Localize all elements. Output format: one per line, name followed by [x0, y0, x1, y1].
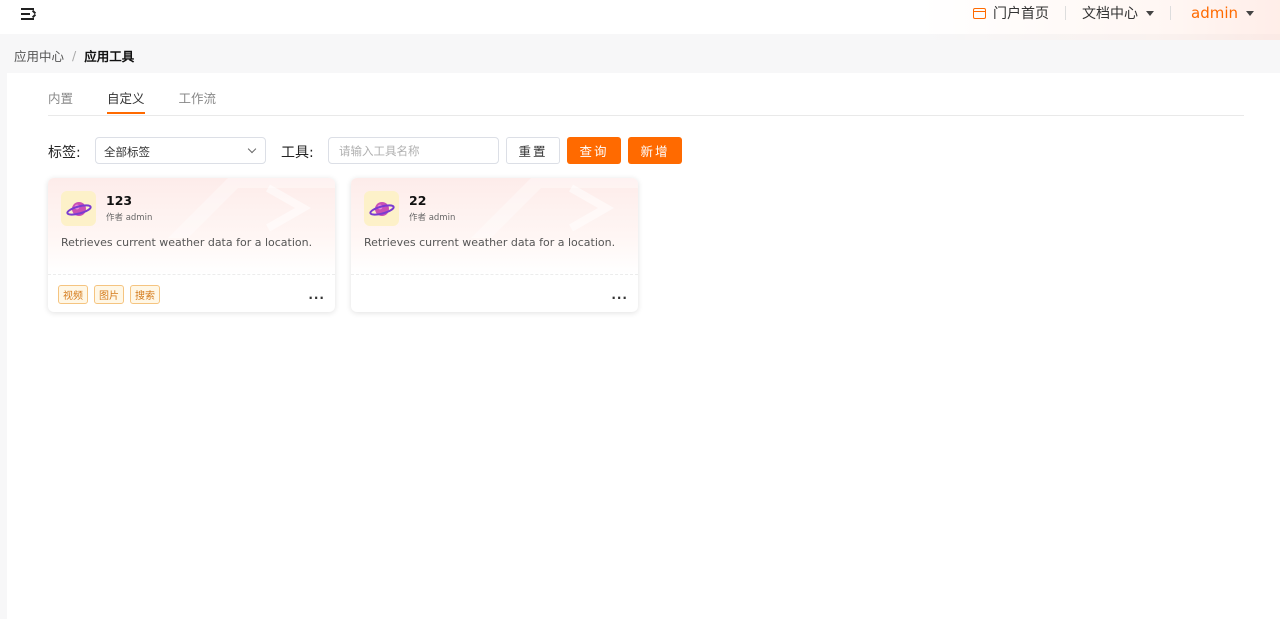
tab-custom[interactable]: 自定义: [107, 88, 145, 114]
tool-card[interactable]: 22 作者 admin Retrieves current weather da…: [351, 178, 638, 312]
header-divider: [1065, 6, 1066, 20]
portal-home-label: 门户首页: [993, 6, 1049, 22]
tool-card[interactable]: 123 作者 admin Retrieves current weather d…: [48, 178, 335, 312]
window-icon: [973, 7, 986, 19]
card-author: 作者 admin: [409, 213, 456, 223]
card-description: Retrieves current weather data for a loc…: [364, 236, 616, 249]
portal-home-link[interactable]: 门户首页: [973, 3, 1049, 23]
more-options-icon[interactable]: ...: [611, 288, 628, 302]
tag-badge: 视频: [58, 285, 88, 304]
breadcrumb-current: 应用工具: [84, 49, 135, 64]
main-panel: 内置 自定义 工作流 标签: 全部标签 工具: 重置 查询 新增 123 作者 …: [7, 73, 1280, 619]
top-header: 门户首页 文档中心 admin: [0, 0, 1280, 40]
docs-center-label: 文档中心: [1082, 6, 1138, 22]
caret-down-icon: [1146, 10, 1154, 16]
tab-bar: 内置 自定义 工作流: [48, 88, 250, 114]
tag-select[interactable]: 全部标签: [95, 137, 266, 164]
header-nav: 门户首页 文档中心 admin: [973, 0, 1254, 26]
card-divider: [48, 274, 335, 275]
reset-button[interactable]: 重置: [506, 137, 560, 164]
chevron-down-icon: [247, 144, 257, 154]
card-description: Retrieves current weather data for a loc…: [61, 236, 313, 249]
breadcrumb-parent[interactable]: 应用中心: [14, 46, 64, 65]
tag-badge: 图片: [94, 285, 124, 304]
card-title: 22: [409, 193, 427, 208]
card-divider: [351, 274, 638, 275]
breadcrumb-separator: /: [72, 48, 77, 63]
add-button[interactable]: 新增: [628, 137, 682, 164]
card-author: 作者 admin: [106, 213, 153, 223]
menu-toggle-icon[interactable]: [20, 6, 38, 24]
tag-badge: 搜索: [130, 285, 160, 304]
planet-icon: [61, 191, 96, 226]
tab-workflow[interactable]: 工作流: [179, 88, 217, 114]
breadcrumb: 应用中心 / 应用工具: [14, 46, 134, 65]
user-name: admin: [1191, 4, 1238, 22]
docs-center-dropdown[interactable]: 文档中心: [1082, 3, 1154, 23]
more-options-icon[interactable]: ...: [308, 288, 325, 302]
user-menu[interactable]: admin: [1191, 4, 1254, 22]
card-title: 123: [106, 193, 133, 208]
tab-builtin[interactable]: 内置: [48, 88, 73, 114]
tag-filter-label: 标签:: [48, 145, 81, 161]
tab-divider: [48, 115, 1244, 116]
query-button[interactable]: 查询: [567, 137, 621, 164]
caret-down-icon: [1246, 10, 1254, 16]
tool-filter-label: 工具:: [281, 145, 314, 161]
tool-name-input[interactable]: [328, 137, 499, 164]
tag-select-value: 全部标签: [104, 145, 150, 159]
card-tags: 视频 图片 搜索: [58, 285, 166, 304]
header-divider: [1170, 6, 1171, 20]
planet-icon: [364, 191, 399, 226]
